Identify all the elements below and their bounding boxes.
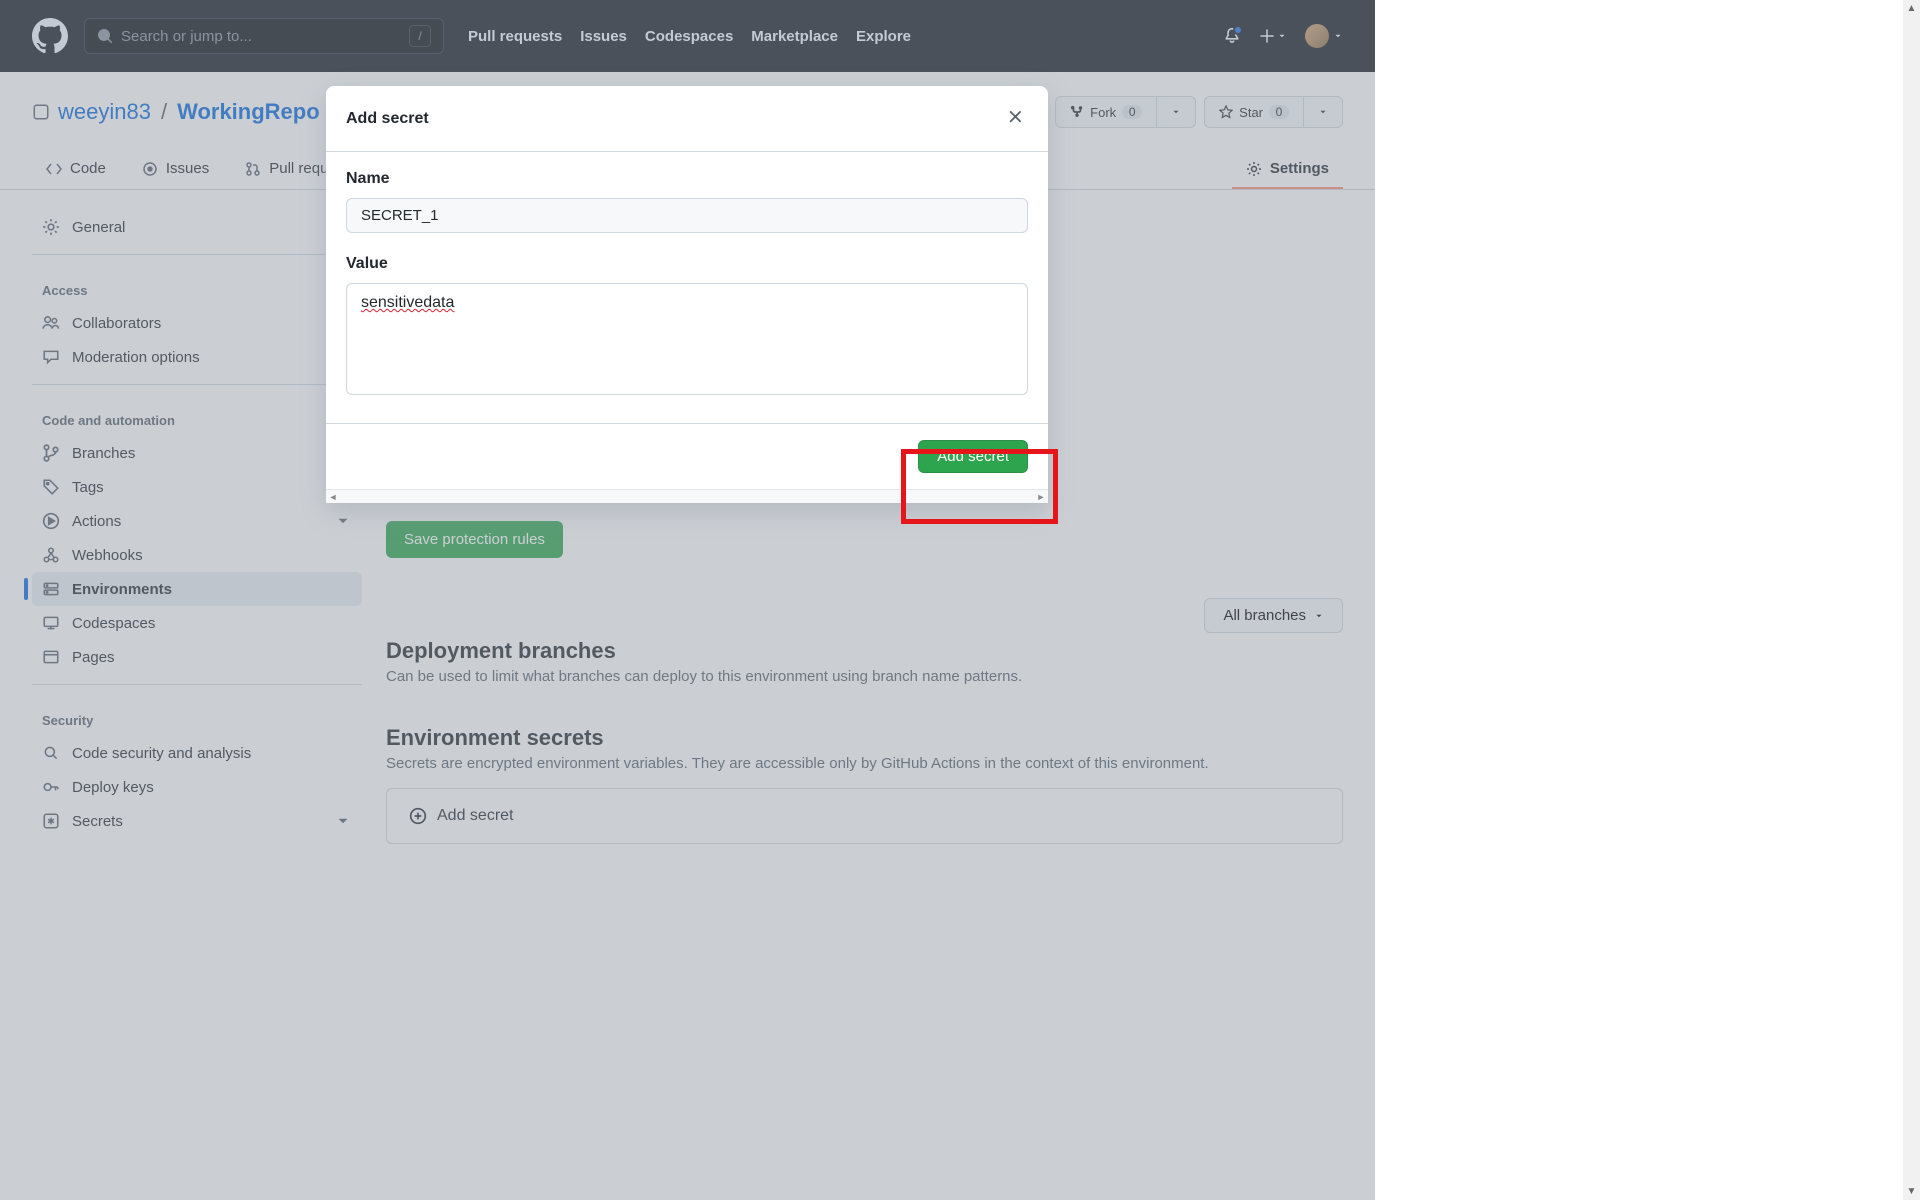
modal-close-button[interactable] [1002, 104, 1028, 133]
secret-value-text: sensitivedata [361, 294, 454, 311]
scrollbar-track[interactable] [1903, 17, 1920, 1183]
add-secret-modal: Add secret Name Value sensitivedata Add … [326, 86, 1048, 503]
scroll-up-arrow[interactable]: ▲ [1903, 0, 1920, 17]
secret-name-input[interactable] [346, 198, 1028, 233]
secret-value-label: Value [346, 255, 1028, 273]
secret-name-label: Name [346, 170, 1028, 188]
modal-title: Add secret [346, 110, 429, 128]
browser-scrollbar[interactable]: ▲ ▼ [1903, 0, 1920, 1200]
annotation-highlight [901, 449, 1058, 524]
scroll-down-arrow[interactable]: ▼ [1903, 1183, 1920, 1200]
secret-value-textarea[interactable]: sensitivedata [346, 283, 1028, 395]
scroll-left-arrow[interactable]: ◄ [326, 490, 340, 503]
close-icon [1006, 108, 1024, 126]
